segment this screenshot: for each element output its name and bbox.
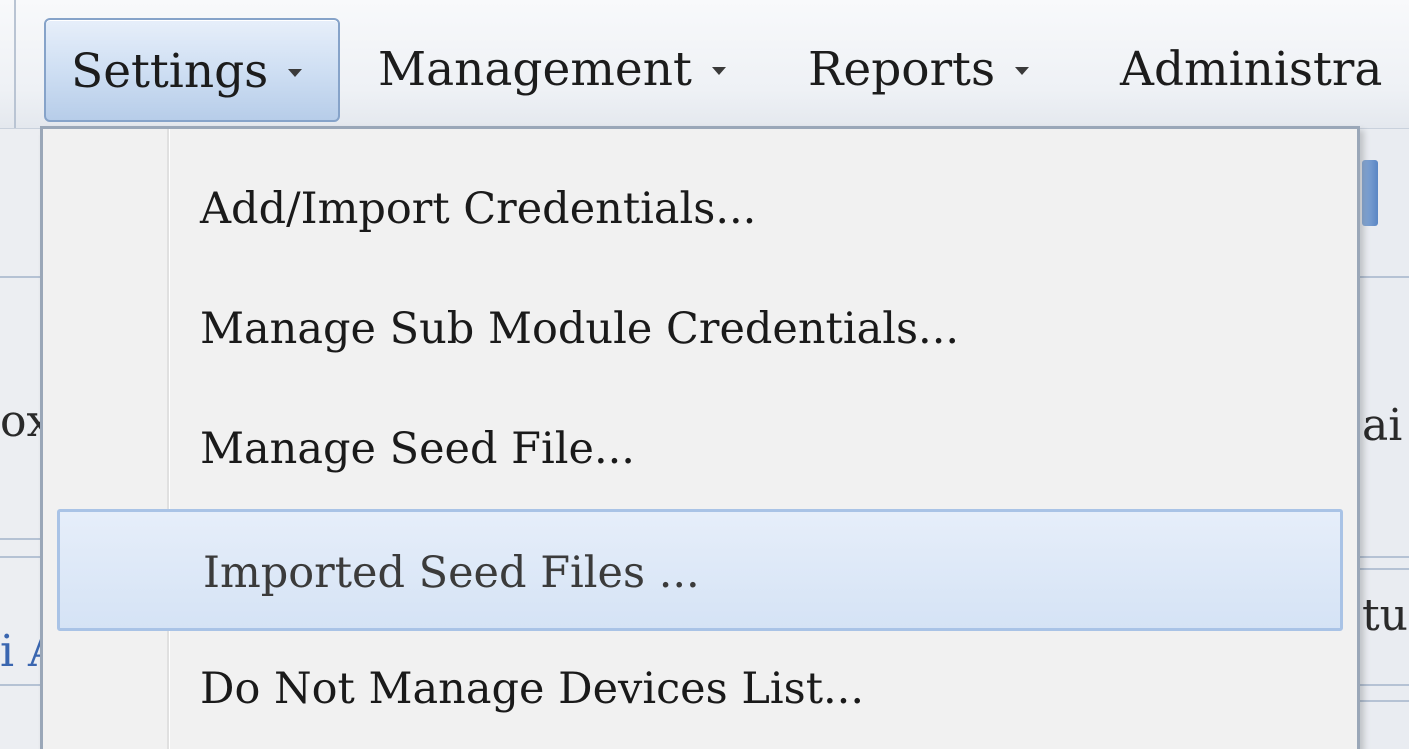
divider: [0, 538, 40, 540]
menu-item-manage-seed-file[interactable]: Manage Seed File...: [57, 405, 1343, 493]
background-link-fragment: i A: [0, 626, 40, 677]
menu-reports[interactable]: Reports: [808, 18, 1030, 122]
menu-item-label: Do Not Manage Devices List...: [200, 664, 865, 714]
dropdown-caret-icon: [1015, 67, 1030, 75]
divider: [1360, 700, 1409, 702]
menu-settings-label: Settings: [71, 44, 269, 99]
menu-administration[interactable]: Administra: [1120, 18, 1382, 122]
menu-reports-label: Reports: [808, 42, 996, 97]
divider: [1360, 568, 1409, 570]
menu-item-label: Add/Import Credentials...: [200, 184, 757, 234]
menu-management-label: Management: [378, 42, 692, 97]
divider: [1360, 556, 1409, 558]
divider: [0, 276, 40, 278]
menu-item-label: Imported Seed Files ...: [203, 548, 700, 598]
background-button-edge: [1362, 160, 1378, 226]
main-menubar: Settings Management Reports Administra: [0, 0, 1409, 129]
settings-dropdown-menu: Add/Import Credentials... Manage Sub Mod…: [40, 126, 1360, 749]
dropdown-caret-icon: [288, 69, 303, 77]
menu-item-label: Manage Seed File...: [200, 424, 635, 474]
divider: [0, 684, 40, 686]
background-text-fragment: tu: [1362, 590, 1409, 641]
menubar-left-border: [14, 0, 16, 128]
menu-item-label: Manage Sub Module Credentials...: [200, 304, 960, 354]
application-window: ox i A ai tu Settings Management Reports…: [0, 0, 1409, 749]
menu-settings[interactable]: Settings: [44, 18, 340, 122]
background-text-fragment: ai: [1362, 400, 1403, 451]
background-text-fragment: ox: [0, 396, 40, 447]
divider: [1360, 684, 1409, 686]
divider: [1360, 276, 1409, 278]
menu-item-manage-sub-module-credentials[interactable]: Manage Sub Module Credentials...: [57, 285, 1343, 373]
menu-management[interactable]: Management: [378, 18, 726, 122]
divider: [0, 556, 40, 558]
dropdown-caret-icon: [711, 67, 726, 75]
menu-item-add-import-credentials[interactable]: Add/Import Credentials...: [57, 165, 1343, 253]
menu-item-imported-seed-files[interactable]: Imported Seed Files ...: [57, 509, 1343, 631]
menu-item-do-not-manage-devices-list[interactable]: Do Not Manage Devices List...: [57, 645, 1343, 733]
menu-administration-label: Administra: [1120, 42, 1383, 97]
